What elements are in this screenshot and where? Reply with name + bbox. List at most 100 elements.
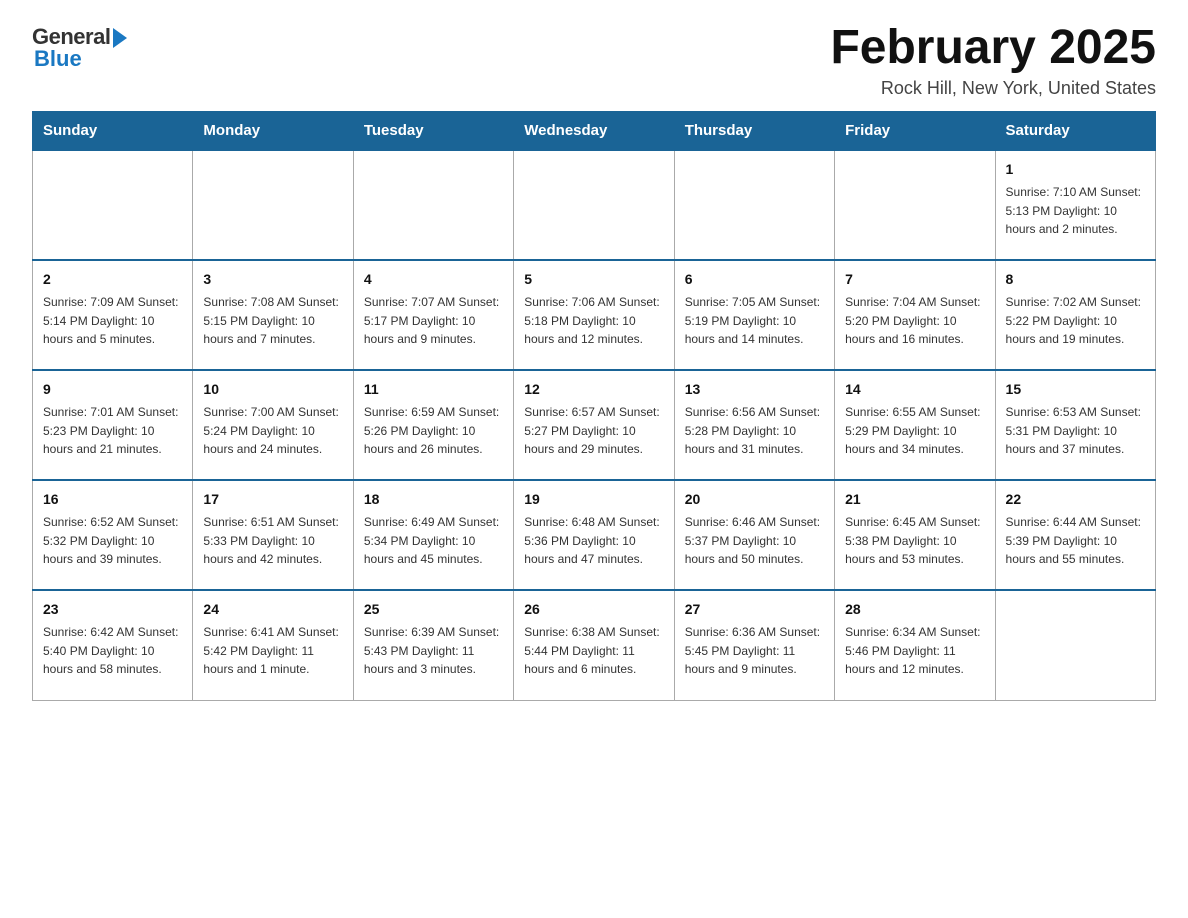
calendar-cell	[193, 150, 353, 260]
day-number: 18	[364, 489, 503, 510]
day-info: Sunrise: 6:41 AM Sunset: 5:42 PM Dayligh…	[203, 623, 342, 679]
title-section: February 2025 Rock Hill, New York, Unite…	[830, 24, 1156, 99]
day-number: 19	[524, 489, 663, 510]
location-text: Rock Hill, New York, United States	[830, 78, 1156, 99]
calendar-cell: 28Sunrise: 6:34 AM Sunset: 5:46 PM Dayli…	[835, 590, 995, 700]
calendar-cell: 3 Sunrise: 7:08 AM Sunset: 5:15 PM Daylig…	[193, 260, 353, 370]
day-info: Sunrise: 6:39 AM Sunset: 5:43 PM Dayligh…	[364, 623, 503, 679]
day-number: 8	[1006, 269, 1145, 290]
day-number: 9	[43, 379, 182, 400]
day-number: 13	[685, 379, 824, 400]
calendar-cell	[995, 590, 1155, 700]
calendar-cell: 15 Sunrise: 6:53 AM Sunset: 5:31 PM Dayli…	[995, 370, 1155, 480]
day-number: 12	[524, 379, 663, 400]
calendar-cell: 7 Sunrise: 7:04 AM Sunset: 5:20 PM Daylig…	[835, 260, 995, 370]
day-info: Sunrise: 6:52 AM Sunset: 5:32 PM Dayligh…	[43, 513, 182, 569]
weekday-header-tuesday: Tuesday	[353, 112, 513, 151]
calendar-week-row: 2 Sunrise: 7:09 AM Sunset: 5:14 PM Daylig…	[33, 260, 1156, 370]
calendar-cell	[835, 150, 995, 260]
day-info: Sunrise: 6:59 AM Sunset: 5:26 PM Dayligh…	[364, 403, 503, 459]
calendar-table: SundayMondayTuesdayWednesdayThursdayFrid…	[32, 111, 1156, 701]
day-number: 6	[685, 269, 824, 290]
calendar-week-row: 23 Sunrise: 6:42 AM Sunset: 5:40 PM Dayli…	[33, 590, 1156, 700]
calendar-cell: 20 Sunrise: 6:46 AM Sunset: 5:37 PM Dayli…	[674, 480, 834, 590]
day-number: 15	[1006, 379, 1145, 400]
day-number: 23	[43, 599, 182, 620]
weekday-header-saturday: Saturday	[995, 112, 1155, 151]
day-info: Sunrise: 7:07 AM Sunset: 5:17 PM Dayligh…	[364, 293, 503, 349]
logo: General Blue	[32, 24, 127, 72]
weekday-header-friday: Friday	[835, 112, 995, 151]
day-info: Sunrise: 6:51 AM Sunset: 5:33 PM Dayligh…	[203, 513, 342, 569]
day-number: 17	[203, 489, 342, 510]
calendar-cell: 5 Sunrise: 7:06 AM Sunset: 5:18 PM Daylig…	[514, 260, 674, 370]
day-number: 2	[43, 269, 182, 290]
calendar-cell: 8 Sunrise: 7:02 AM Sunset: 5:22 PM Daylig…	[995, 260, 1155, 370]
day-number: 21	[845, 489, 984, 510]
calendar-cell: 14 Sunrise: 6:55 AM Sunset: 5:29 PM Dayli…	[835, 370, 995, 480]
day-number: 24	[203, 599, 342, 620]
calendar-cell: 11 Sunrise: 6:59 AM Sunset: 5:26 PM Dayli…	[353, 370, 513, 480]
day-info: Sunrise: 7:02 AM Sunset: 5:22 PM Dayligh…	[1006, 293, 1145, 349]
calendar-cell: 10Sunrise: 7:00 AM Sunset: 5:24 PM Dayli…	[193, 370, 353, 480]
day-info: Sunrise: 6:49 AM Sunset: 5:34 PM Dayligh…	[364, 513, 503, 569]
day-number: 11	[364, 379, 503, 400]
calendar-cell: 12 Sunrise: 6:57 AM Sunset: 5:27 PM Dayli…	[514, 370, 674, 480]
day-info: Sunrise: 7:05 AM Sunset: 5:19 PM Dayligh…	[685, 293, 824, 349]
day-number: 3	[203, 269, 342, 290]
day-number: 20	[685, 489, 824, 510]
day-info: Sunrise: 6:55 AM Sunset: 5:29 PM Dayligh…	[845, 403, 984, 459]
day-number: 5	[524, 269, 663, 290]
day-info: Sunrise: 6:48 AM Sunset: 5:36 PM Dayligh…	[524, 513, 663, 569]
calendar-cell: 6 Sunrise: 7:05 AM Sunset: 5:19 PM Daylig…	[674, 260, 834, 370]
calendar-cell	[353, 150, 513, 260]
weekday-header-sunday: Sunday	[33, 112, 193, 151]
day-info: Sunrise: 6:38 AM Sunset: 5:44 PM Dayligh…	[524, 623, 663, 679]
day-info: Sunrise: 6:56 AM Sunset: 5:28 PM Dayligh…	[685, 403, 824, 459]
day-number: 26	[524, 599, 663, 620]
calendar-cell: 18 Sunrise: 6:49 AM Sunset: 5:34 PM Dayli…	[353, 480, 513, 590]
calendar-cell: 13 Sunrise: 6:56 AM Sunset: 5:28 PM Dayli…	[674, 370, 834, 480]
day-info: Sunrise: 7:00 AM Sunset: 5:24 PM Dayligh…	[203, 403, 342, 459]
calendar-week-row: 9 Sunrise: 7:01 AM Sunset: 5:23 PM Daylig…	[33, 370, 1156, 480]
calendar-cell: 4Sunrise: 7:07 AM Sunset: 5:17 PM Daylig…	[353, 260, 513, 370]
calendar-cell: 26 Sunrise: 6:38 AM Sunset: 5:44 PM Dayli…	[514, 590, 674, 700]
weekday-header-monday: Monday	[193, 112, 353, 151]
calendar-cell: 24 Sunrise: 6:41 AM Sunset: 5:42 PM Dayli…	[193, 590, 353, 700]
day-number: 22	[1006, 489, 1145, 510]
day-info: Sunrise: 7:10 AM Sunset: 5:13 PM Dayligh…	[1006, 183, 1145, 239]
day-info: Sunrise: 6:36 AM Sunset: 5:45 PM Dayligh…	[685, 623, 824, 679]
day-info: Sunrise: 7:08 AM Sunset: 5:15 PM Dayligh…	[203, 293, 342, 349]
day-number: 16	[43, 489, 182, 510]
calendar-cell	[514, 150, 674, 260]
day-info: Sunrise: 7:04 AM Sunset: 5:20 PM Dayligh…	[845, 293, 984, 349]
day-number: 25	[364, 599, 503, 620]
calendar-cell: 1 Sunrise: 7:10 AM Sunset: 5:13 PM Daylig…	[995, 150, 1155, 260]
weekday-header-thursday: Thursday	[674, 112, 834, 151]
day-info: Sunrise: 6:46 AM Sunset: 5:37 PM Dayligh…	[685, 513, 824, 569]
calendar-cell: 9 Sunrise: 7:01 AM Sunset: 5:23 PM Daylig…	[33, 370, 193, 480]
calendar-cell: 27Sunrise: 6:36 AM Sunset: 5:45 PM Dayli…	[674, 590, 834, 700]
logo-blue-text: Blue	[34, 46, 82, 72]
day-info: Sunrise: 6:34 AM Sunset: 5:46 PM Dayligh…	[845, 623, 984, 679]
day-info: Sunrise: 6:53 AM Sunset: 5:31 PM Dayligh…	[1006, 403, 1145, 459]
day-number: 1	[1006, 159, 1145, 180]
calendar-cell: 2 Sunrise: 7:09 AM Sunset: 5:14 PM Daylig…	[33, 260, 193, 370]
calendar-cell	[33, 150, 193, 260]
month-title: February 2025	[830, 24, 1156, 72]
day-info: Sunrise: 6:45 AM Sunset: 5:38 PM Dayligh…	[845, 513, 984, 569]
day-info: Sunrise: 7:06 AM Sunset: 5:18 PM Dayligh…	[524, 293, 663, 349]
calendar-cell	[674, 150, 834, 260]
day-info: Sunrise: 6:57 AM Sunset: 5:27 PM Dayligh…	[524, 403, 663, 459]
day-info: Sunrise: 7:01 AM Sunset: 5:23 PM Dayligh…	[43, 403, 182, 459]
calendar-week-row: 16 Sunrise: 6:52 AM Sunset: 5:32 PM Dayli…	[33, 480, 1156, 590]
calendar-cell: 17 Sunrise: 6:51 AM Sunset: 5:33 PM Dayli…	[193, 480, 353, 590]
day-info: Sunrise: 7:09 AM Sunset: 5:14 PM Dayligh…	[43, 293, 182, 349]
day-info: Sunrise: 6:42 AM Sunset: 5:40 PM Dayligh…	[43, 623, 182, 679]
page-header: General Blue February 2025 Rock Hill, Ne…	[32, 24, 1156, 99]
calendar-cell: 19 Sunrise: 6:48 AM Sunset: 5:36 PM Dayli…	[514, 480, 674, 590]
day-number: 7	[845, 269, 984, 290]
day-number: 14	[845, 379, 984, 400]
calendar-cell: 23 Sunrise: 6:42 AM Sunset: 5:40 PM Dayli…	[33, 590, 193, 700]
calendar-cell: 25 Sunrise: 6:39 AM Sunset: 5:43 PM Dayli…	[353, 590, 513, 700]
